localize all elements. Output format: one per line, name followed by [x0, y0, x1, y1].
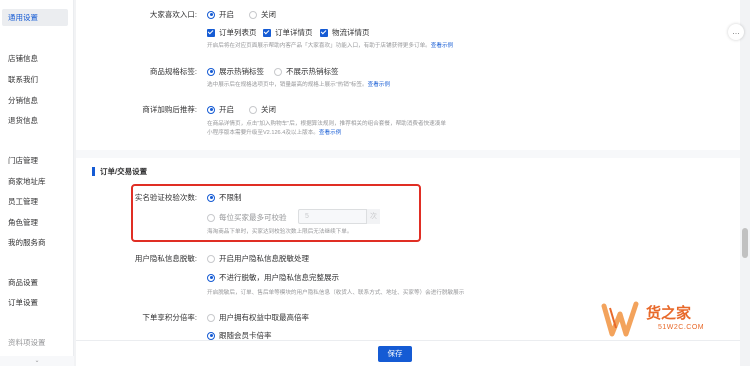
save-button[interactable]: 保存: [378, 346, 412, 362]
radio-checked-icon: [207, 331, 215, 340]
radio-checked-icon: [207, 273, 215, 282]
group-buy-help: 开启后将在对应页面展示帮助内客产品「大家喜欢」功能入口，有助于店铺获得更多订单。…: [207, 43, 454, 49]
privacy-mask-radio[interactable]: 开启用户隐私信息脱敏处理: [207, 253, 309, 264]
highlight-annotation-box: [131, 184, 421, 242]
privacy-help: 开启脱敏后，订单、售后单等模块的用户隐私信息（收货人、联系方式、地址、买家等）会…: [207, 290, 465, 296]
sidebar: 通用设置 店铺信息 联系我们 分销信息 退货信息 门店管理 商家地址库 员工管理…: [0, 0, 74, 366]
sidebar-item-distribution-info[interactable]: 分销信息: [8, 95, 38, 106]
group-buy-on-radio[interactable]: 开启: [207, 9, 234, 20]
radio-unchecked-icon: [249, 10, 257, 19]
sidebar-item-my-service-provider[interactable]: 我的服务商: [8, 237, 46, 248]
scrollbar-thumb[interactable]: [742, 228, 748, 258]
sidebar-item-return-info[interactable]: 退货信息: [8, 115, 38, 126]
sidebar-item-general-settings[interactable]: 通用设置: [2, 9, 68, 26]
points-max-radio[interactable]: 用户拥有权益中取最高倍率: [207, 312, 309, 323]
check-order-detail[interactable]: 订单详情页: [263, 27, 313, 38]
sidebar-item-store-management[interactable]: 门店管理: [8, 155, 38, 166]
chat-icon[interactable]: …: [728, 24, 744, 40]
watermark-logo: 货之家 51W2C.COM: [600, 298, 722, 342]
watermark-w-icon: [601, 301, 639, 337]
cart-recommend-off-radio[interactable]: 关闭: [249, 104, 276, 115]
sidebar-item-role-management[interactable]: 角色管理: [8, 217, 38, 228]
points-rate-label: 下单享积分倍率:: [142, 313, 197, 322]
section-divider: [76, 150, 740, 158]
radio-checked-icon: [207, 10, 215, 19]
cart-recommend-example-link[interactable]: 查看示例: [319, 130, 341, 136]
check-order-list[interactable]: 订单列表页: [207, 27, 257, 38]
group-buy-off-radio[interactable]: 关闭: [249, 9, 276, 20]
radio-unchecked-icon: [274, 67, 282, 76]
group-buy-example-link[interactable]: 查看示例: [431, 43, 453, 49]
page-scrollbar[interactable]: [740, 0, 750, 366]
privacy-label: 用户隐私信息脱敏:: [134, 254, 197, 263]
cart-recommend-on-radio[interactable]: 开启: [207, 104, 234, 115]
hot-tag-help: 选中展示后在规格选项页中，销量最高的规格上展示"热销"标签。查看示例: [207, 82, 390, 88]
check-logistics-detail[interactable]: 物流详情页: [320, 27, 370, 38]
checkbox-checked-icon: [263, 28, 271, 37]
watermark-url: 51W2C.COM: [658, 324, 705, 331]
group-buy-label: 大家喜欢入口:: [149, 10, 197, 19]
radio-unchecked-icon: [207, 254, 215, 263]
sidebar-item-contact-us[interactable]: 联系我们: [8, 74, 38, 85]
watermark-brand: 货之家: [646, 304, 692, 322]
checkbox-checked-icon: [320, 28, 328, 37]
hot-tag-show-radio[interactable]: 展示热销标签: [207, 66, 264, 77]
hot-tag-hide-radio[interactable]: 不展示热销标签: [274, 66, 339, 77]
radio-checked-icon: [207, 105, 215, 114]
cart-recommend-label: 商详加购后推荐:: [142, 105, 197, 114]
bottom-action-bar: 保存: [76, 340, 740, 366]
cart-recommend-version-help: 小程序版本需要升级至V2.126.4及以上版本。查看示例: [207, 130, 342, 136]
sidebar-item-order-settings[interactable]: 订单设置: [8, 297, 38, 308]
sidebar-item-product-settings[interactable]: 商品设置: [8, 277, 38, 288]
radio-checked-icon: [207, 67, 215, 76]
sidebar-item-profile-settings[interactable]: 资料项设置: [8, 337, 46, 348]
hot-tag-example-link[interactable]: 查看示例: [368, 82, 390, 88]
sidebar-item-address-library[interactable]: 商家地址库: [8, 176, 46, 187]
section-bar-icon: [92, 167, 95, 176]
radio-unchecked-icon: [249, 105, 257, 114]
sidebar-scroll-down-icon[interactable]: ⌄: [0, 356, 74, 366]
cart-recommend-help: 在商品详情页，点击"加入购物车"后，根据算法规则，推荐相关的组合套餐，帮助消费者…: [207, 121, 446, 127]
radio-unchecked-icon: [207, 313, 215, 322]
hot-tag-label: 商品规格标签:: [149, 67, 197, 76]
section-title-order-trade: 订单/交易设置: [92, 166, 147, 177]
sidebar-item-staff-management[interactable]: 员工管理: [8, 196, 38, 207]
privacy-no-mask-radio[interactable]: 不进行脱敏，用户隐私信息完整展示: [207, 272, 339, 283]
sidebar-item-shop-info[interactable]: 店铺信息: [8, 53, 38, 64]
checkbox-checked-icon: [207, 28, 215, 37]
